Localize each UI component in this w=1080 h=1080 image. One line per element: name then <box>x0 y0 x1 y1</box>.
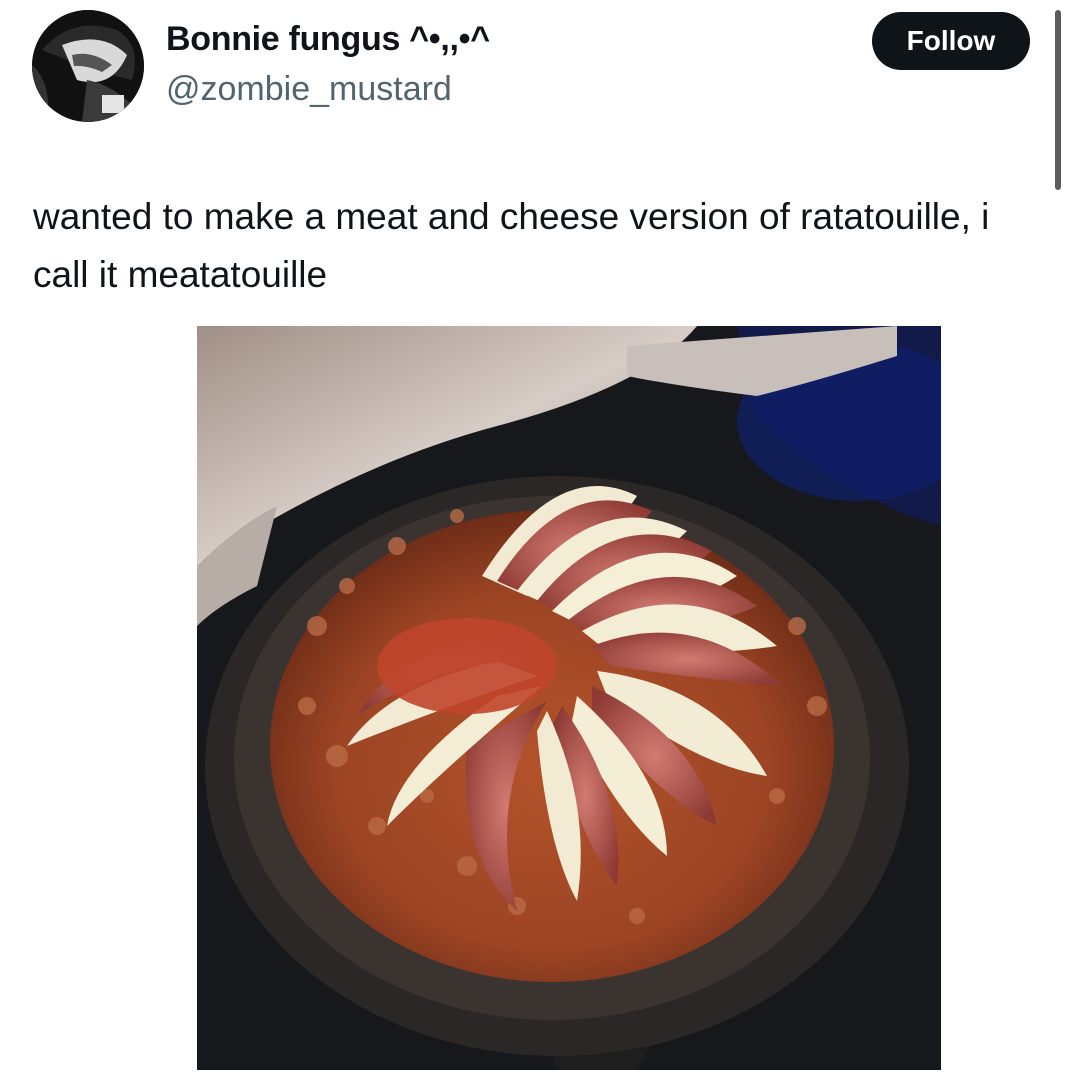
tweet-card: Bonnie fungus ^•,,•^ @zombie_mustard Fol… <box>0 0 1080 1080</box>
tweet-text: wanted to make a meat and cheese version… <box>33 196 990 295</box>
scrollbar[interactable] <box>1055 10 1061 190</box>
photo-skillet-meatatouille-icon <box>197 326 941 1070</box>
avatar[interactable] <box>32 10 144 122</box>
display-name[interactable]: Bonnie fungus ^•,,•^ <box>166 20 490 59</box>
follow-button[interactable]: Follow <box>872 12 1030 70</box>
tweet-photo[interactable] <box>197 326 941 1070</box>
profile-avatar-icon <box>32 10 144 122</box>
user-handle[interactable]: @zombie_mustard <box>166 70 452 109</box>
